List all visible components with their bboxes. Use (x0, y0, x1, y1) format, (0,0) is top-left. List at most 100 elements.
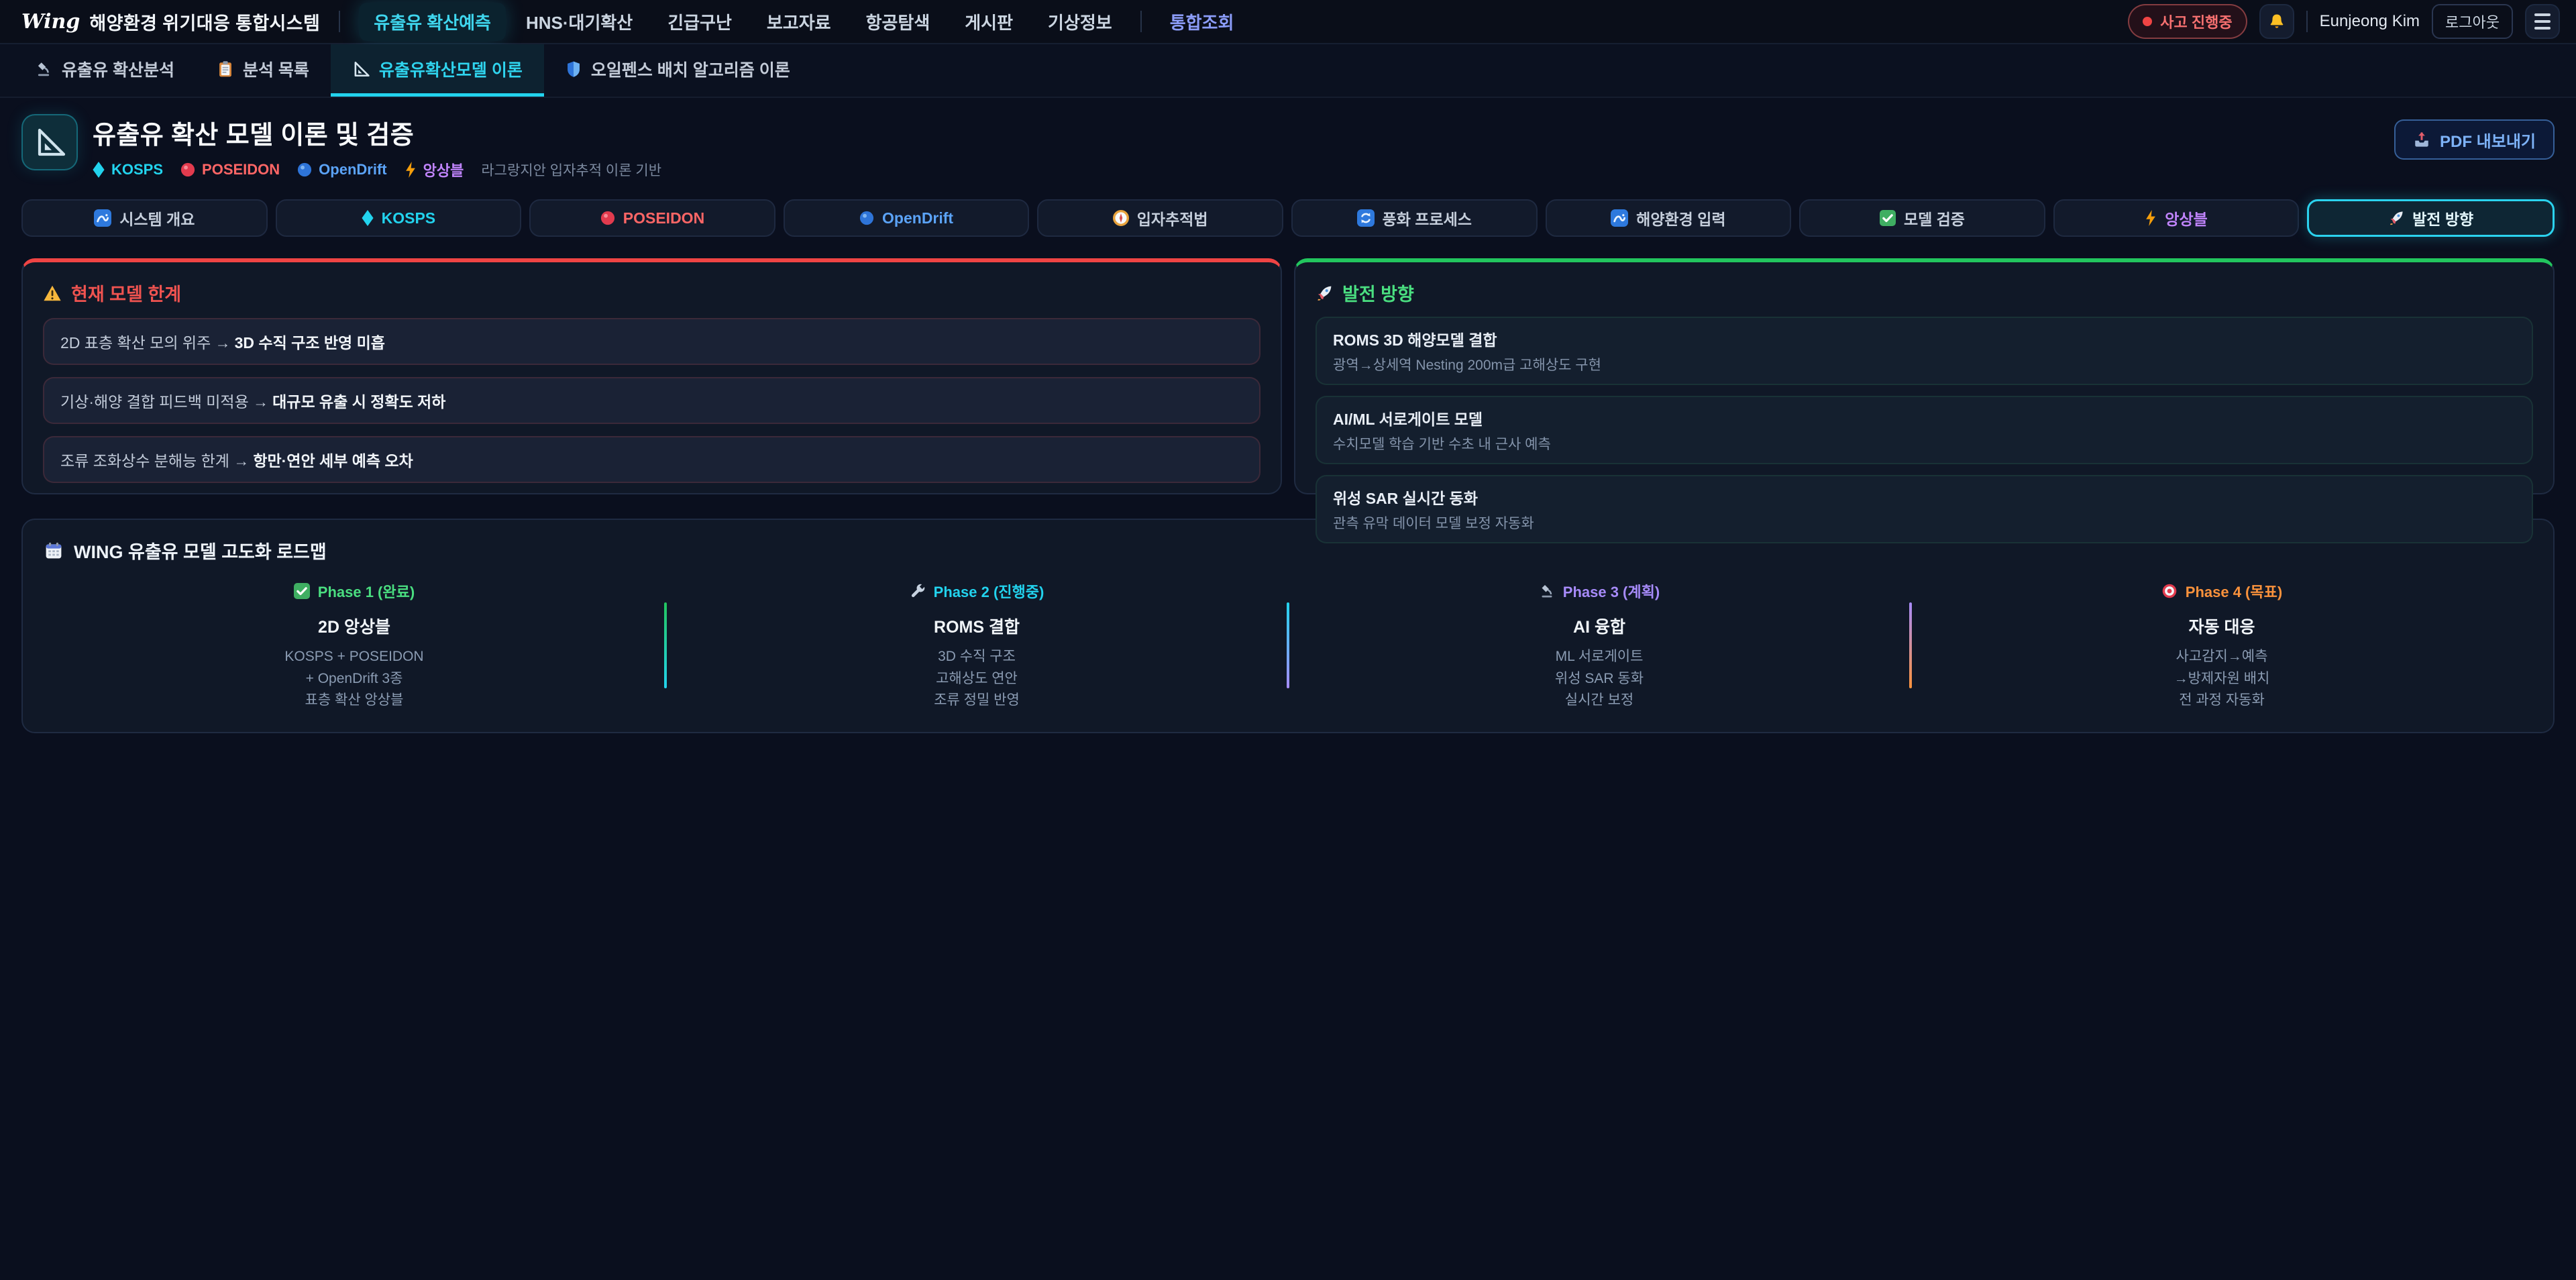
diamond-icon (93, 162, 105, 178)
wave-icon (94, 209, 111, 227)
chip-system-overview[interactable]: 시스템 개요 (21, 199, 268, 237)
nav-item-aerial-search[interactable]: 항공탐색 (851, 3, 945, 41)
incident-status-label: 사고 진행중 (2160, 11, 2232, 32)
phase-2-name: ROMS 결합 (667, 614, 1287, 638)
pdf-export-label: PDF 내보내기 (2440, 128, 2536, 152)
phase-2-status: Phase 2 (진행중) (910, 580, 1044, 602)
nav-item-integrated-search[interactable]: 통합조회 (1155, 3, 1249, 41)
directions-header: 발전 방향 (1316, 280, 2533, 306)
direction-item: 위성 SAR 실시간 동화 관측 유막 데이터 모델 보정 자동화 (1316, 475, 2533, 543)
limitations-header: 현재 모델 한계 (43, 280, 1260, 306)
compass-icon (1113, 210, 1129, 226)
tab-analysis-list[interactable]: 분석 목록 (196, 44, 331, 97)
nav-item-oil-spill-forecast[interactable]: 유출유 확산예측 (359, 3, 506, 41)
check-icon (1880, 210, 1896, 226)
limitation-item: 기상·해양 결합 피드백 미적용 →대규모 유출 시 정확도 저하 (43, 377, 1260, 424)
lightning-icon (2145, 210, 2157, 226)
phase-2: Phase 2 (진행중) ROMS 결합 3D 수직 구조 고해상도 연안 조… (667, 580, 1287, 712)
divider (1140, 11, 1142, 32)
phase-4: Phase 4 (목표) 자동 대응 사고감지→예측 →방제자원 배치 전 과정… (1912, 580, 2532, 712)
model-badge-ensemble: 앙상블 (405, 159, 464, 180)
chip-weathering-process[interactable]: 풍화 프로세스 (1291, 199, 1538, 237)
target-icon (2161, 583, 2178, 599)
tab-label: 유출유 확산분석 (62, 57, 174, 81)
phase-1-details: KOSPS + POSEIDON + OpenDrift 3종 표층 확산 앙상… (44, 646, 664, 712)
phase-1: Phase 1 (완료) 2D 앙상블 KOSPS + POSEIDON + O… (44, 580, 664, 712)
page-subtitle: 라그랑지안 입자추적 이론 기반 (481, 160, 661, 180)
lightning-icon (405, 162, 417, 178)
chip-opendrift[interactable]: OpenDrift (784, 199, 1030, 237)
chip-poseidon[interactable]: POSEIDON (529, 199, 775, 237)
wave-icon (1611, 209, 1628, 227)
future-directions-panel: 발전 방향 ROMS 3D 해양모델 결합 광역→상세역 Nesting 200… (1294, 258, 2555, 494)
cycle-icon (1357, 209, 1375, 227)
nav-item-reports[interactable]: 보고자료 (752, 3, 846, 41)
page-title: 유출유 확산 모델 이론 및 검증 (93, 114, 661, 151)
notifications-button[interactable] (2259, 4, 2294, 39)
model-badge-opendrift: OpenDrift (297, 161, 386, 178)
chip-ocean-env-input[interactable]: 해양환경 입력 (1546, 199, 1792, 237)
limitation-item: 조류 조화상수 분해능 한계 →항만·연안 세부 예측 오차 (43, 436, 1260, 483)
page-header: 유출유 확산 모델 이론 및 검증 KOSPS POSEIDON Open (21, 114, 2555, 180)
divider (339, 11, 340, 32)
tab-spill-analysis[interactable]: 유출유 확산분석 (13, 44, 196, 97)
tab-oil-fence-theory[interactable]: 오일펜스 배치 알고리즘 이론 (544, 44, 812, 97)
phase-4-status: Phase 4 (목표) (2161, 580, 2282, 602)
chip-particle-tracking[interactable]: 입자추적법 (1037, 199, 1283, 237)
set-square-icon (34, 126, 66, 158)
hamburger-icon (2534, 13, 2551, 16)
app-root: Wing 해양환경 위기대응 통합시스템 유출유 확산예측 HNS·대기확산 긴… (0, 0, 2576, 1280)
red-orb-icon (600, 211, 615, 225)
model-badge-kosps: KOSPS (93, 161, 163, 178)
status-dot-icon (2143, 17, 2152, 26)
export-icon (2413, 131, 2430, 148)
microscope-icon (1539, 583, 1555, 599)
menu-button[interactable] (2525, 4, 2560, 39)
calendar-icon (44, 541, 63, 560)
chip-future-direction[interactable]: 발전 방향 (2307, 199, 2555, 237)
incident-status-badge[interactable]: 사고 진행중 (2128, 4, 2247, 39)
phase-4-details: 사고감지→예측 →방제자원 배치 전 과정 자동화 (1912, 646, 2532, 712)
chip-model-validation[interactable]: 모델 검증 (1799, 199, 2045, 237)
clipboard-icon (217, 60, 233, 78)
rocket-icon (1316, 284, 1333, 302)
pdf-export-button[interactable]: PDF 내보내기 (2394, 119, 2555, 160)
model-badge-row: KOSPS POSEIDON OpenDrift 앙상블 (93, 159, 661, 180)
main-nav: 유출유 확산예측 HNS·대기확산 긴급구난 보고자료 항공탐색 게시판 기상정… (359, 3, 2128, 41)
current-limitations-panel: 현재 모델 한계 2D 표층 확산 모의 위주 →3D 수직 구조 반영 미흡 … (21, 258, 1282, 494)
warning-icon (43, 284, 62, 302)
phase-1-name: 2D 앙상블 (44, 614, 664, 638)
nav-right: 사고 진행중 Eunjeong Kim 로그아웃 (2128, 4, 2560, 39)
nav-item-board[interactable]: 게시판 (950, 3, 1028, 41)
chip-ensemble[interactable]: 앙상블 (2053, 199, 2300, 237)
model-badge-poseidon: POSEIDON (180, 161, 280, 178)
tab-label: 오일펜스 배치 알고리즘 이론 (591, 57, 790, 81)
phase-3: Phase 3 (계획) AI 융합 ML 서로게이트 위성 SAR 동화 실시… (1289, 580, 1909, 712)
roadmap-panel: WING 유출유 모델 고도화 로드맵 Phase 1 (완료) 2D 앙상블 … (21, 519, 2555, 733)
nav-item-hns-diffusion[interactable]: HNS·대기확산 (511, 3, 647, 41)
tab-bar: 유출유 확산분석 분석 목록 유출유확산모델 이론 오일펜스 배치 알고리즘 이… (0, 44, 2576, 98)
roadmap-phases: Phase 1 (완료) 2D 앙상블 KOSPS + POSEIDON + O… (44, 580, 2532, 712)
rocket-icon (2388, 210, 2404, 226)
chip-kosps[interactable]: KOSPS (276, 199, 522, 237)
wrench-icon (910, 583, 926, 599)
tab-spill-model-theory[interactable]: 유출유확산모델 이론 (331, 44, 544, 97)
main-content: 유출유 확산 모델 이론 및 검증 KOSPS POSEIDON Open (0, 98, 2576, 733)
tab-label: 유출유확산모델 이론 (379, 57, 523, 81)
user-name: Eunjeong Kim (2320, 12, 2420, 31)
phase-3-name: AI 융합 (1289, 614, 1909, 638)
limitation-item: 2D 표층 확산 모의 위주 →3D 수직 구조 반영 미흡 (43, 318, 1260, 365)
phase-3-details: ML 서로게이트 위성 SAR 동화 실시간 보정 (1289, 646, 1909, 712)
brand-name: 해양환경 위기대응 통합시스템 (89, 9, 320, 35)
logout-button[interactable]: 로그아웃 (2432, 4, 2513, 39)
blue-orb-icon (859, 211, 874, 225)
phase-1-status: Phase 1 (완료) (294, 580, 415, 602)
section-chip-row: 시스템 개요 KOSPS POSEIDON OpenDrift 입자추적법 풍화… (21, 199, 2555, 237)
nav-item-weather-info[interactable]: 기상정보 (1033, 3, 1127, 41)
phase-3-status: Phase 3 (계획) (1539, 580, 1660, 602)
top-nav: Wing 해양환경 위기대응 통합시스템 유출유 확산예측 HNS·대기확산 긴… (0, 0, 2576, 44)
nav-item-emergency-rescue[interactable]: 긴급구난 (653, 3, 747, 41)
red-orb-icon (180, 162, 195, 177)
shield-icon (566, 60, 582, 78)
blue-orb-icon (297, 162, 312, 177)
